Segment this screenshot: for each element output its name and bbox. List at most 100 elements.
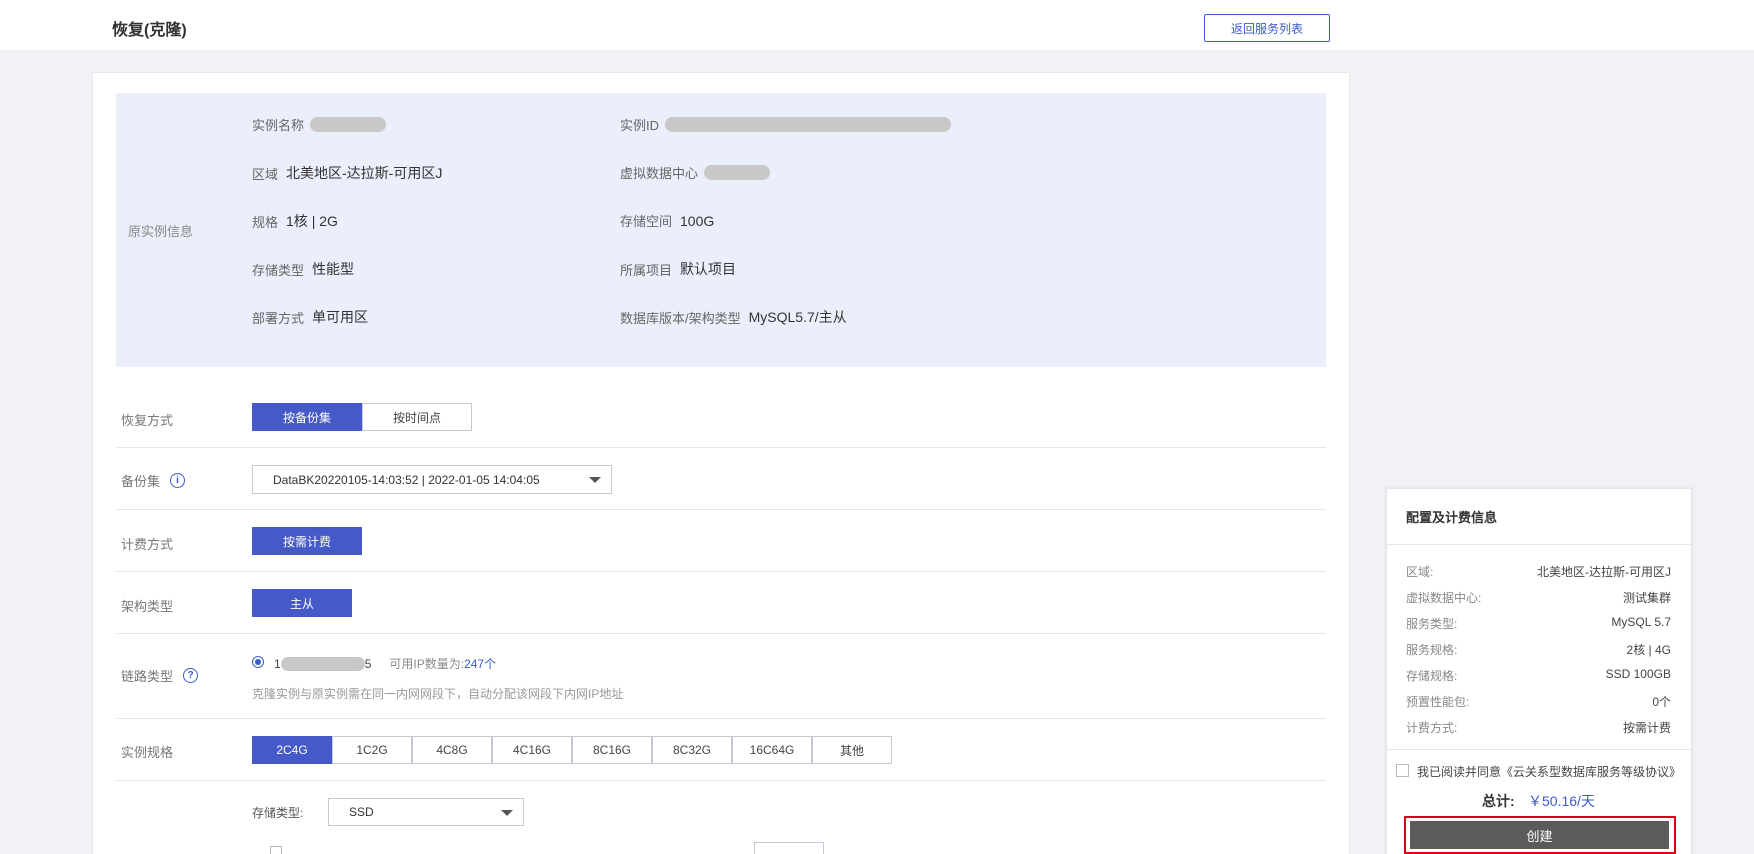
instance-spec-label: 实例规格 [121, 745, 174, 760]
spec-option-other[interactable]: 其他 [812, 736, 892, 764]
summary-key-vdc: 虚拟数据中心: [1406, 591, 1482, 605]
restore-by-backup-option[interactable]: 按备份集 [252, 403, 362, 431]
storage-type-value: 性能型 [312, 261, 355, 277]
link-type-label: 链路类型 [121, 669, 174, 684]
storage-type-label: 存储类型 [252, 262, 305, 278]
divider [116, 718, 1326, 719]
storage-checkbox[interactable] [270, 846, 282, 854]
db-version-label: 数据库版本/架构类型 [620, 310, 741, 326]
instance-name-field: 实例名称 [252, 115, 387, 134]
divider [116, 633, 1326, 634]
create-button[interactable]: 创建 [1410, 821, 1669, 849]
page-title: 恢复(克隆) [112, 22, 187, 39]
region-label: 区域 [252, 166, 279, 182]
spec-option-16c64g[interactable]: 16C64G [732, 736, 812, 764]
spec-option-2c4g[interactable]: 2C4G [252, 736, 332, 764]
billing-method-label: 计费方式 [121, 537, 174, 552]
instance-id-label: 实例ID [620, 118, 660, 133]
summary-key-billing: 计费方式: [1406, 721, 1458, 735]
original-instance-label: 原实例信息 [128, 224, 194, 239]
summary-key-perf-pack: 预置性能包: [1406, 695, 1470, 709]
backup-set-label-group: 备份集 i [121, 471, 186, 490]
top-bar [0, 0, 1754, 50]
summary-key-service-spec: 服务规格: [1406, 643, 1458, 657]
storage-value: 100G [680, 212, 715, 229]
spec-option-4c16g[interactable]: 4C16G [492, 736, 572, 764]
spec-option-8c32g[interactable]: 8C32G [652, 736, 732, 764]
summary-key-service-type: 服务类型: [1406, 617, 1458, 631]
summary-value-region: 北美地区-达拉斯-可用区J [1537, 565, 1671, 579]
vdc-label: 虚拟数据中心 [620, 166, 699, 181]
storage-field: 存储空间 100G [620, 211, 714, 230]
spec-value: 1核 | 2G [286, 213, 338, 229]
summary-value-vdc: 测试集群 [1622, 591, 1671, 605]
restore-method-label: 恢复方式 [121, 413, 174, 428]
architecture-master-slave-option[interactable]: 主从 [252, 589, 352, 617]
project-value: 默认项目 [680, 261, 737, 277]
spec-option-4c8g[interactable]: 4C8G [412, 736, 492, 764]
spec-field: 规格 1核 | 2G [252, 211, 338, 231]
summary-value-perf-pack: 0个 [1652, 695, 1671, 709]
link-hint: 克隆实例与原实例需在同一内网网段下，自动分配该网段下内网IP地址 [252, 687, 624, 701]
storage-size-stepper[interactable] [754, 842, 824, 854]
link-radio[interactable] [252, 656, 264, 668]
instance-name-label: 实例名称 [252, 118, 305, 133]
instance-name-redacted [310, 117, 387, 132]
summary-title: 配置及计费信息 [1406, 510, 1498, 525]
deploy-field: 部署方式 单可用区 [252, 307, 368, 327]
storage-type-select-value: SSD [349, 805, 374, 819]
link-option[interactable]: 1 5 可用IP数量为: 247个 [274, 655, 496, 672]
spec-option-8c16g[interactable]: 8C16G [572, 736, 652, 764]
deploy-value: 单可用区 [312, 309, 369, 325]
backup-set-value: DataBK20220105-14:03:52 | 2022-01-05 14:… [273, 472, 540, 487]
project-field: 所属项目 默认项目 [620, 259, 736, 279]
summary-divider [1387, 544, 1691, 545]
architecture-label: 架构类型 [121, 599, 174, 614]
summary-value-service-type: MySQL 5.7 [1611, 615, 1671, 629]
help-icon[interactable]: ? [183, 668, 199, 683]
chevron-down-icon [501, 810, 513, 816]
chevron-down-icon [589, 477, 601, 483]
deploy-label: 部署方式 [252, 310, 305, 326]
restore-by-time-option[interactable]: 按时间点 [362, 403, 472, 431]
region-value: 北美地区-达拉斯-可用区J [286, 165, 443, 181]
total-value: ￥50.16/天 [1528, 793, 1595, 809]
info-icon[interactable]: i [170, 473, 186, 488]
summary-key-region: 区域: [1406, 565, 1434, 579]
divider [116, 447, 1326, 448]
summary-value-billing: 按需计费 [1622, 721, 1671, 735]
instance-id-field: 实例ID [620, 115, 952, 134]
link-ip-label: 可用IP数量为: [389, 657, 465, 671]
backup-set-select[interactable]: DataBK20220105-14:03:52 | 2022-01-05 14:… [252, 465, 612, 494]
spec-option-1c2g[interactable]: 1C2G [332, 736, 412, 764]
summary-value-storage-spec: SSD 100GB [1605, 667, 1671, 681]
region-field: 区域 北美地区-达拉斯-可用区J [252, 163, 442, 183]
db-version-field: 数据库版本/架构类型 MySQL5.7/主从 [620, 307, 847, 327]
spec-label: 规格 [252, 214, 279, 230]
agree-checkbox[interactable] [1396, 764, 1409, 777]
db-version-value: MySQL5.7/主从 [748, 309, 847, 325]
project-label: 所属项目 [620, 262, 673, 278]
link-type-label-group: 链路类型 ? [121, 666, 199, 685]
summary-key-storage-spec: 存储规格: [1406, 669, 1458, 683]
storage-type-select[interactable]: SSD [328, 798, 524, 826]
divider [116, 571, 1326, 572]
storage-label: 存储空间 [620, 214, 673, 229]
total-label: 总计: [1482, 793, 1515, 809]
summary-divider [1387, 749, 1691, 750]
vdc-redacted [704, 165, 771, 180]
divider [116, 509, 1326, 510]
link-prefix: 1 [274, 656, 281, 671]
storage-type-select-label: 存储类型: [252, 806, 304, 820]
summary-value-service-spec: 2核 | 4G [1626, 643, 1671, 657]
billing-on-demand-option[interactable]: 按需计费 [252, 527, 362, 555]
agree-text[interactable]: 我已阅读并同意《云关系型数据库服务等级协议》 [1417, 763, 1681, 780]
vdc-field: 虚拟数据中心 [620, 163, 771, 182]
back-to-service-list-button[interactable]: 返回服务列表 [1204, 14, 1330, 42]
divider [116, 780, 1326, 781]
instance-id-redacted [665, 117, 952, 132]
backup-set-label: 备份集 [121, 474, 161, 489]
storage-type-field: 存储类型 性能型 [252, 259, 354, 279]
link-ip-count: 247个 [464, 657, 497, 671]
link-subnet-redacted [280, 656, 365, 671]
